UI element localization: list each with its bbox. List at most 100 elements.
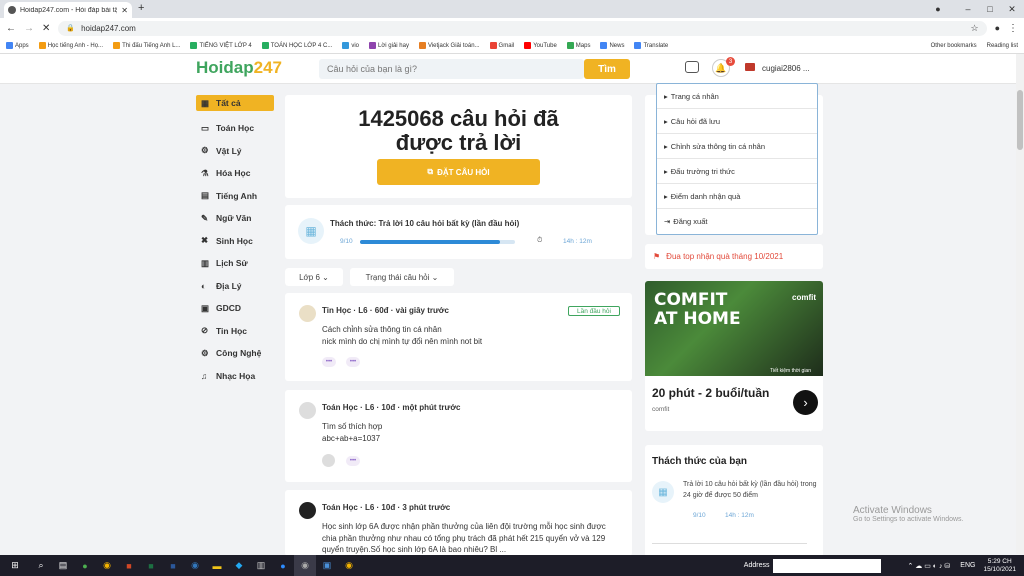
- sidebar-item[interactable]: ⚙ Vật Lý: [196, 140, 274, 163]
- sidebar-item[interactable]: ⚙ Công Nghệ: [196, 342, 274, 365]
- bookmark-item[interactable]: YouTube: [524, 42, 557, 49]
- chat-icon[interactable]: [685, 61, 699, 73]
- sidebar-item[interactable]: ♫ Nhạc Họa: [196, 365, 274, 388]
- more-chip[interactable]: •••: [346, 357, 360, 367]
- bookmark-item[interactable]: vio: [342, 42, 359, 49]
- profile-icon[interactable]: ●: [930, 1, 946, 17]
- explorer-icon[interactable]: ▬: [206, 555, 228, 576]
- question-text[interactable]: Tìm số thích hợp abc+ab+a=1037: [322, 421, 620, 444]
- ad-arrow-icon[interactable]: ›: [793, 390, 818, 415]
- browser-icon[interactable]: ◉: [294, 555, 316, 576]
- language-indicator[interactable]: ENG: [960, 562, 975, 569]
- notepad-icon[interactable]: ▥: [250, 555, 272, 576]
- user-menu-item[interactable]: ▸ Đấu trường tri thức: [657, 159, 817, 184]
- tray-icons[interactable]: ⌃ ☁ ▭ ◐ ♪ ⛁: [907, 562, 950, 570]
- bookmarks-bar: Apps Học tiếng Anh - Họ... Thi đấu Tiếng A…: [0, 38, 1024, 54]
- sidebar-item[interactable]: ◐ Địa Lý: [196, 275, 274, 298]
- other-bookmarks[interactable]: Other bookmarks: [931, 43, 977, 49]
- menu-dots-icon[interactable]: ⋮: [1008, 23, 1018, 34]
- app-icon[interactable]: ●: [74, 555, 96, 576]
- omnibox[interactable]: 🔒 hoidap247.com ☆: [58, 20, 987, 36]
- word-icon[interactable]: ■: [162, 555, 184, 576]
- user-avatar[interactable]: [299, 305, 316, 322]
- search-input[interactable]: Câu hỏi của bạn là gì?: [319, 59, 584, 79]
- forward-icon[interactable]: →: [24, 23, 34, 34]
- user-menu-item[interactable]: ▸ Câu hỏi đã lưu: [657, 109, 817, 134]
- sidebar-item[interactable]: ▦ Tất cả: [196, 95, 274, 111]
- sidebar-item-label: Vật Lý: [216, 145, 242, 156]
- user-avatar[interactable]: [299, 402, 316, 419]
- extension-icon[interactable]: ●: [995, 23, 1000, 33]
- powerpoint-icon[interactable]: ■: [118, 555, 140, 576]
- photos-icon[interactable]: ▣: [316, 555, 338, 576]
- edge-icon[interactable]: ◉: [184, 555, 206, 576]
- search-button[interactable]: Tìm: [584, 59, 630, 79]
- bookmark-label: Học tiếng Anh - Họ...: [47, 42, 104, 49]
- question-card[interactable]: Toán Học · L6 · 10đ · một phút trước Tìm…: [285, 390, 632, 482]
- bookmark-item[interactable]: Lời giải hay: [369, 42, 409, 49]
- top-ranking-link[interactable]: ⚑ Đua top nhận quà tháng 10/2021: [645, 244, 823, 269]
- logout-item[interactable]: ⇥ Đăng xuất: [657, 209, 817, 234]
- bookmark-label: News: [609, 42, 625, 49]
- chrome-icon[interactable]: ◉: [338, 555, 360, 576]
- reading-list[interactable]: Reading list: [987, 43, 1018, 49]
- address-toolbar-input[interactable]: [773, 558, 882, 573]
- start-icon[interactable]: ⊞: [0, 555, 30, 576]
- user-menu-item[interactable]: ▸ Chỉnh sửa thông tin cá nhân: [657, 134, 817, 159]
- back-icon[interactable]: ←: [6, 23, 16, 34]
- sidebar-item[interactable]: ▭ Toán Học: [196, 117, 274, 140]
- maximize-button[interactable]: □: [982, 1, 998, 17]
- scrollbar-thumb[interactable]: [1017, 90, 1023, 150]
- question-card[interactable]: Toán Học · L6 · 10đ · 3 phút trước Học s…: [285, 490, 632, 556]
- status-dropdown[interactable]: Trạng thái câu hỏi ⌄: [350, 268, 454, 286]
- excel-icon[interactable]: ■: [140, 555, 162, 576]
- username[interactable]: cugiai2806 ...: [762, 64, 810, 73]
- taskview-icon[interactable]: ▤: [52, 555, 74, 576]
- sidebar-item[interactable]: ▥ Lịch Sử: [196, 252, 274, 275]
- grade-dropdown[interactable]: Lớp 6 ⌄: [285, 268, 343, 286]
- bookmark-item[interactable]: Translate: [634, 42, 668, 49]
- bookmark-item[interactable]: TOÁN HỌC LỚP 4 C...: [261, 42, 332, 49]
- bookmark-item[interactable]: Maps: [566, 42, 590, 49]
- chrome-icon[interactable]: ◉: [96, 555, 118, 576]
- bookmark-item[interactable]: Học tiếng Anh - Họ...: [38, 42, 104, 49]
- minimize-button[interactable]: –: [960, 1, 976, 17]
- bookmark-item[interactable]: Thi đấu Tiếng Anh L...: [113, 42, 180, 49]
- question-text[interactable]: Cách chỉnh sửa thông tin cá nhân nick mìn…: [322, 324, 620, 347]
- search-icon[interactable]: ⌕: [30, 555, 52, 576]
- sidebar-item[interactable]: ⊘ Tin Học: [196, 320, 274, 343]
- more-chip[interactable]: •••: [322, 357, 336, 367]
- more-chip[interactable]: •••: [346, 456, 360, 466]
- sidebar-item[interactable]: ✖ Sinh Học: [196, 230, 274, 253]
- question-card[interactable]: Tin Học · L6 · 60đ · vài giây trước Lần …: [285, 293, 632, 381]
- vscode-icon[interactable]: ◆: [228, 555, 250, 576]
- sidebar-item[interactable]: ▤ Tiếng Anh: [196, 185, 274, 208]
- question-text[interactable]: Học sinh lớp 6A được nhận phần thưởng củ…: [322, 521, 620, 556]
- user-menu-item[interactable]: ▸ Trang cá nhân: [657, 84, 817, 109]
- new-tab-button[interactable]: +: [138, 2, 144, 14]
- advertisement[interactable]: COMFIT AT HOME comfit Tiết kiệm thời gian…: [645, 281, 823, 431]
- user-avatar[interactable]: [299, 502, 316, 519]
- close-window-button[interactable]: ✕: [1004, 1, 1020, 17]
- sidebar-item[interactable]: ▣ GDCD: [196, 297, 274, 320]
- site-logo[interactable]: Hoidap247: [196, 58, 282, 78]
- user-menu-item[interactable]: ▸ Điểm danh nhận quà: [657, 184, 817, 209]
- bookmark-item[interactable]: Gmail: [489, 42, 514, 49]
- sidebar-item[interactable]: ✎ Ngữ Văn: [196, 207, 274, 230]
- clock[interactable]: 5:29 CH 15/10/2021: [983, 558, 1016, 574]
- sidebar-item[interactable]: ⚗ Hóa Học: [196, 162, 274, 185]
- bookmark-star-icon[interactable]: ☆: [970, 23, 978, 34]
- bookmark-item[interactable]: Vietjack Giải toán...: [418, 42, 480, 49]
- sidebar-item-label: GDCD: [216, 303, 242, 314]
- bookmark-icon: [524, 42, 532, 49]
- reload-icon[interactable]: ✕: [42, 23, 50, 34]
- ask-question-button[interactable]: ⧉ ĐẶT CÂU HỎI: [377, 159, 540, 185]
- your-challenge-text: Trả lời 10 câu hỏi bất kỳ (lần đầu hỏi) …: [683, 481, 817, 499]
- user-avatar[interactable]: [745, 63, 755, 71]
- close-tab-icon[interactable]: ✕: [121, 6, 128, 15]
- bookmark-item[interactable]: Apps: [6, 42, 29, 49]
- zoom-icon[interactable]: ●: [272, 555, 294, 576]
- bookmark-item[interactable]: News: [600, 42, 624, 49]
- bookmark-item[interactable]: TIẾNG VIỆT LỚP 4: [190, 42, 252, 49]
- browser-tab[interactable]: Hoidap247.com - Hỏi đáp bài tậ ✕: [4, 2, 132, 18]
